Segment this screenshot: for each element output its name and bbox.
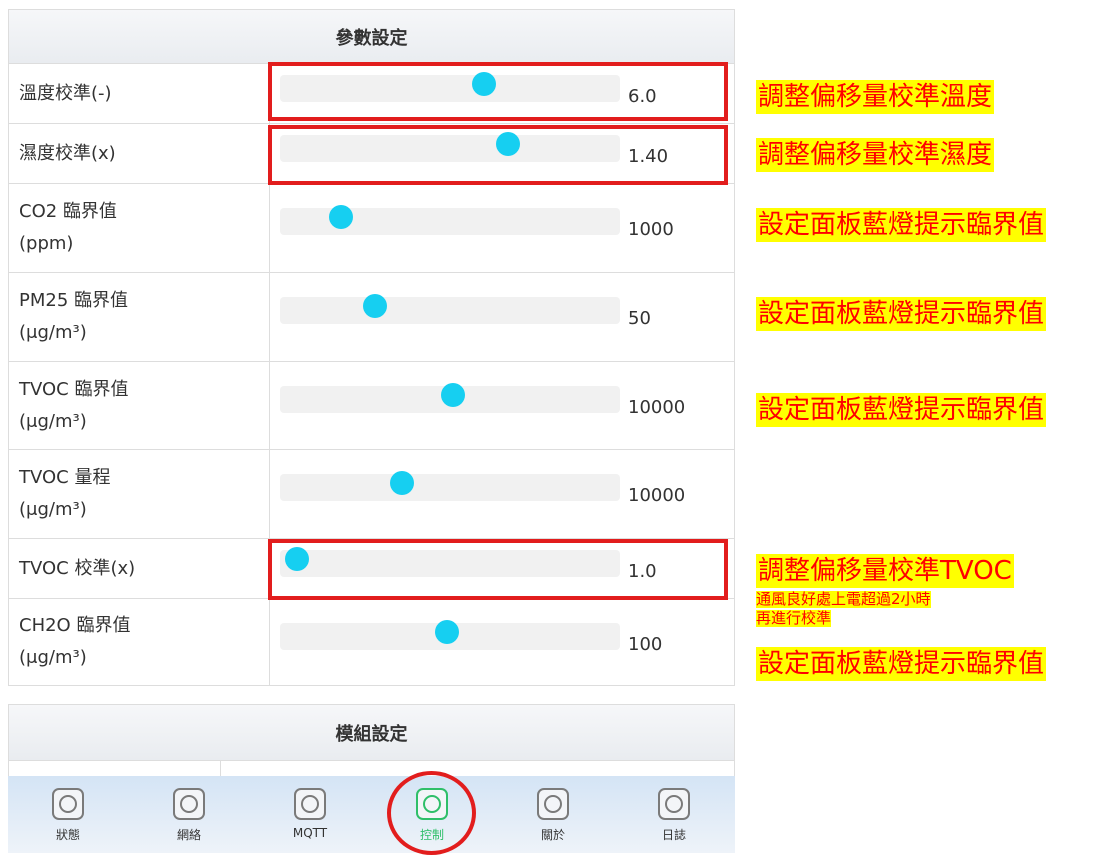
annotation-ch2o: 設定面板藍燈提示臨界值: [756, 647, 1047, 681]
annotation-tvoc-cal-note-2: 再進行校準: [756, 609, 832, 627]
param-row-pm25: PM25 臨界值 (μg/m³) 50: [9, 272, 734, 361]
nav-label: 網絡: [176, 828, 201, 842]
annotation-co2: 設定面板藍燈提示臨界值: [756, 208, 1047, 242]
slider-thumb[interactable]: [441, 382, 466, 407]
slider-thumb[interactable]: [434, 619, 459, 644]
tvoc-slider[interactable]: [280, 382, 620, 413]
nav-item-status[interactable]: 狀態: [38, 788, 98, 843]
param-label: PM25 臨界值 (μg/m³): [9, 273, 270, 361]
param-label: 濕度校準(x): [9, 124, 270, 183]
slider-thumb[interactable]: [363, 293, 388, 318]
highlight-box-humidity: [268, 125, 728, 185]
param-label: TVOC 校準(x): [9, 539, 270, 598]
param-label: TVOC 臨界值 (μg/m³): [9, 362, 270, 449]
nav-item-mqtt[interactable]: MQTT: [280, 788, 340, 840]
param-label: 溫度校準(-): [9, 64, 270, 123]
param-value: 50: [628, 308, 651, 329]
annotation-humidity: 調整偏移量校準濕度: [756, 138, 995, 172]
param-value: 1000: [628, 219, 674, 240]
log-icon: [658, 788, 690, 820]
param-label: TVOC 量程 (μg/m³): [9, 450, 270, 538]
about-icon: [537, 788, 569, 820]
param-value: 10000: [628, 397, 686, 418]
ch2o-slider[interactable]: [280, 619, 620, 650]
param-value: 10000: [628, 485, 686, 506]
nav-label: 狀態: [55, 828, 80, 842]
param-value: 100: [628, 634, 663, 655]
param-label: CH2O 臨界值 (μg/m³): [9, 599, 270, 685]
tvoc-range-slider[interactable]: [280, 470, 620, 501]
annotation-tvoc-cal: 調整偏移量校準TVOC: [756, 554, 1014, 588]
module-panel: 模組設定: [8, 704, 735, 780]
nav-item-network[interactable]: 網絡: [159, 788, 219, 843]
nav-item-about[interactable]: 關於: [523, 788, 583, 843]
co2-slider[interactable]: [280, 204, 620, 235]
nav-label: 關於: [540, 828, 565, 842]
nav-label: 日誌: [661, 828, 686, 842]
module-title: 模組設定: [9, 705, 734, 761]
highlight-circle-control: [387, 771, 476, 855]
params-title: 參數設定: [9, 10, 734, 64]
annotation-tvoc: 設定面板藍燈提示臨界值: [756, 393, 1047, 427]
network-icon: [173, 788, 205, 820]
nav-label: MQTT: [292, 826, 328, 840]
annotation-pm25: 設定面板藍燈提示臨界值: [756, 297, 1047, 331]
slider-thumb[interactable]: [329, 204, 354, 229]
nav-item-log[interactable]: 日誌: [644, 788, 704, 843]
pm25-slider[interactable]: [280, 293, 620, 324]
highlight-box-temp: [268, 62, 728, 121]
param-label: CO2 臨界值 (ppm): [9, 184, 270, 272]
bottom-nav: 狀態 網絡 MQTT 控制 關於 日誌: [8, 776, 735, 853]
mqtt-icon: [294, 788, 326, 820]
annotation-temp: 調整偏移量校準溫度: [756, 80, 995, 114]
param-row-ch2o: CH2O 臨界值 (μg/m³) 100: [9, 598, 734, 685]
param-row-tvoc-range: TVOC 量程 (μg/m³) 10000: [9, 449, 734, 538]
highlight-box-tvoc-cal: [268, 539, 728, 600]
slider-thumb[interactable]: [390, 470, 415, 495]
status-icon: [52, 788, 84, 820]
param-row-tvoc: TVOC 臨界值 (μg/m³) 10000: [9, 361, 734, 449]
annotation-tvoc-cal-note-1: 通風良好處上電超過2小時: [756, 590, 931, 608]
param-row-co2: CO2 臨界值 (ppm) 1000: [9, 183, 734, 272]
